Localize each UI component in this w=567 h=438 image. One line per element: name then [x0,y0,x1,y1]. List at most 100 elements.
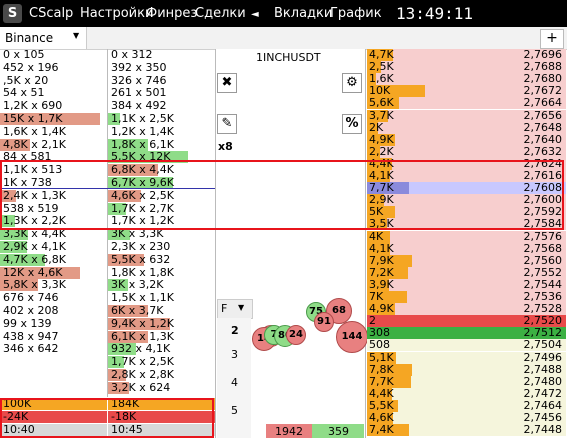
level-volume: 7,8K [369,362,394,376]
cluster-row: 9,4K x 1,2K [108,316,215,330]
cluster-value: 452 x 196 [3,60,59,74]
cluster-value: 1,1K x 2,5K [111,112,174,125]
chevron-down-icon[interactable]: ▼ [73,31,79,40]
level-price: 2,7640 [523,132,563,146]
cluster-row: 1,6K x 1,4K [0,125,107,138]
cluster-row: 676 x 746 [0,292,107,304]
level-volume: 3,7K [369,108,394,122]
cluster-value: 6K x 3,7K [111,304,164,317]
cluster-value: 99 x 139 [3,316,52,330]
level-price: 2,7488 [523,362,563,376]
clock: 13:49:11 [396,4,474,23]
level-volume: 7,7K [369,374,394,388]
price-level[interactable]: 4,4K 2,7472 [367,386,566,400]
level-price: 2,7504 [523,338,563,352]
cluster-value: 4,8K x 2,1K [3,137,66,151]
add-tab-button[interactable]: + [540,29,564,49]
level-price: 2,7552 [523,265,563,279]
cluster-row: 15K x 1,7K [0,113,107,125]
level-volume: 2,2K [369,144,394,158]
cluster-row: 402 x 208 [0,305,107,317]
cluster-value: 2,8K x 2,8K [111,368,174,381]
cluster-row: 326 x 746 [108,74,215,87]
cluster-row: 2,8K x 2,8K [108,369,215,381]
sell-volume: 1942 [275,425,303,438]
cluster-value: 54 x 51 [3,86,45,100]
order-book-ladder[interactable]: 4,7K 2,7696 2,5K 2,7688 1,6K 2,7680 10K 2,7672 5… [367,49,566,438]
back-arrow-icon[interactable]: ◄ [251,8,259,22]
price-level[interactable]: 7,7K 2,7480 [367,374,566,388]
price-level[interactable]: 4,9K 2,7640 [367,132,566,146]
price-level[interactable]: 4K 2,7576 [367,230,566,243]
cluster-row: 392 x 350 [108,60,215,74]
price-level[interactable]: 5,1K 2,7496 [367,350,566,364]
buy-volume: 359 [328,425,349,438]
trade-bubble: 91 [314,312,334,332]
cluster-row: 1,1K x 2,5K [108,113,215,125]
price-level[interactable]: 7,9K 2,7560 [367,253,566,267]
cluster-row: 2,9K x 4,1K [0,241,107,253]
cluster-row: 2,3K x 230 [108,241,215,253]
menu-tabs[interactable]: Вкладки [274,7,332,21]
cluster-value: 1,2K x 690 [3,99,63,113]
price-level[interactable]: 4,1K 2,7568 [367,241,566,255]
level-price: 2,7496 [523,350,563,364]
cluster-row: 12K x 4,6K [0,266,107,279]
cluster-value: 346 x 642 [3,342,59,356]
trade-bubble: 24 [286,325,306,345]
cluster-value: 15K x 1,7K [3,112,63,125]
cluster-row: 0 x 105 [0,49,107,61]
level-volume: 5,1K [369,350,394,364]
price-level[interactable]: 508 2,7504 [367,338,566,352]
cluster-value: 3,2K x 624 [111,380,171,394]
tab-exchange[interactable]: Binance ▼ [0,27,87,49]
cluster-value: 392 x 350 [111,60,167,74]
trade-bubble: 144 [336,321,368,353]
cluster-value: 1,7K x 2,5K [111,355,174,369]
cluster-row: 6,1K x 1,3K [108,330,215,343]
cluster-value: 3K x 3,2K [111,278,164,292]
menu-trades[interactable]: Сделки [195,7,246,21]
level-volume: 7,4K [369,423,394,437]
cluster-row: 384 x 492 [108,100,215,112]
cluster-row: 1,8K x 6,1K [108,137,215,151]
trades-strip: 1942 359 [216,424,365,438]
level-volume: 508 [369,338,390,352]
price-level[interactable]: 5,6K 2,7664 [367,96,566,110]
cluster-row: 5,5K x 632 [108,252,215,266]
chart-panel: 1INCHUSDT ✖ ⚙ ✎ % x8 F ▼ 2 3 4 5 7568915… [216,49,368,438]
cluster-value: 1,8K x 6,1K [111,137,174,151]
price-level[interactable]: 7,4K 2,7448 [367,423,566,437]
level-price: 2,7560 [523,253,563,267]
cluster-row: 5,8K x 3,3K [0,278,107,292]
cluster-value: 932 x 4,1K [111,342,171,356]
cluster-row: 1,8K x 1,8K [108,266,215,279]
price-level[interactable]: 7,2K 2,7552 [367,265,566,279]
cluster-value: 4,7K x 6,8K [3,252,66,266]
menu-settings[interactable]: Настройки [80,7,153,21]
cluster-row: 1,5K x 1,1K [108,292,215,304]
cluster-value: 5,5K x 632 [111,252,171,266]
cluster-value: 384 x 492 [111,99,167,113]
price-level[interactable]: 7,8K 2,7488 [367,362,566,376]
tab-exchange-label: Binance [5,31,54,45]
level-price: 2,7656 [523,108,563,122]
price-level[interactable]: 3,7K 2,7656 [367,108,566,122]
highlight-box [0,160,564,230]
level-volume: 4,1K [369,241,394,255]
level-price: 2,7664 [523,96,563,110]
cluster-value: 0 x 105 [3,48,45,61]
price-level[interactable]: 2,2K 2,7632 [367,144,566,158]
cluster-value: 2,9K x 4,1K [3,240,66,253]
title-bar: S CScalp Настройки Финрез Сделки ◄ Вклад… [0,0,567,27]
menu-finrez[interactable]: Финрез [146,7,197,21]
trade-bubbles: 75689151478024144 [216,49,368,438]
cluster-value: 402 x 208 [3,304,59,317]
cluster-row: 0 x 312 [108,49,215,61]
menu-chart[interactable]: График [330,7,382,21]
cluster-row: 4,7K x 6,8K [0,252,107,266]
cluster-value: 5,8K x 3,3K [3,278,66,292]
level-price: 2,7472 [523,386,563,400]
price-level[interactable]: 2K 2,7648 [367,121,566,134]
cluster-value: 9,4K x 1,2K [111,316,174,330]
